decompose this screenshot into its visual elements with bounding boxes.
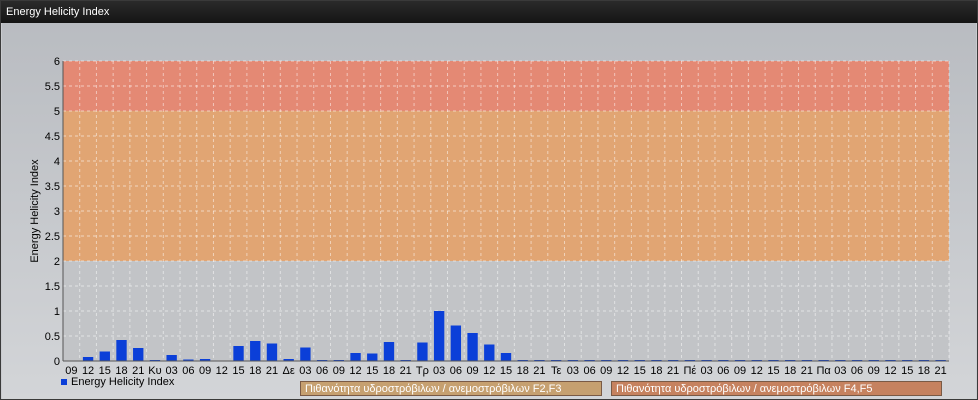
bar xyxy=(99,351,110,361)
band-label-f4f5: Πιθανότητα υδροστρόβιλων / ανεμοστρόβιλω… xyxy=(611,381,942,396)
x-tick-label: 18 xyxy=(784,365,796,377)
x-tick-label: 21 xyxy=(400,365,412,377)
bar xyxy=(467,333,478,361)
y-tick-label: 0.5 xyxy=(45,331,60,343)
bar xyxy=(250,341,261,361)
x-tick-label: 15 xyxy=(901,365,913,377)
x-tick-label: 18 xyxy=(517,365,529,377)
x-tick-label: 09 xyxy=(333,365,345,377)
y-tick-label: 5 xyxy=(54,106,60,118)
legend-series-label: Energy Helicity Index xyxy=(71,376,175,388)
x-tick-label: 15 xyxy=(232,365,244,377)
x-tick-label: 03 xyxy=(567,365,579,377)
x-tick-label: 12 xyxy=(617,365,629,377)
x-tick-label: 15 xyxy=(634,365,646,377)
bar xyxy=(233,346,244,361)
y-tick-label: 1 xyxy=(54,306,60,318)
x-tick-label: Πα xyxy=(816,365,831,377)
bar xyxy=(116,340,127,361)
x-tick-label: 06 xyxy=(717,365,729,377)
y-tick-label: 6 xyxy=(54,56,60,68)
x-tick-label: 06 xyxy=(583,365,595,377)
x-tick-label: 15 xyxy=(767,365,779,377)
bar xyxy=(484,344,495,361)
x-tick-label: 18 xyxy=(383,365,395,377)
x-tick-label: 15 xyxy=(500,365,512,377)
bar xyxy=(82,357,94,361)
y-tick-label: 4 xyxy=(54,156,60,168)
x-tick-label: 06 xyxy=(851,365,863,377)
y-tick-label: 2.5 xyxy=(45,231,60,243)
x-tick-label: 09 xyxy=(466,365,478,377)
y-tick-label: 2 xyxy=(54,256,60,268)
x-tick-label: 06 xyxy=(316,365,328,377)
bar xyxy=(450,325,462,361)
bar xyxy=(300,347,311,361)
bar xyxy=(367,353,378,361)
y-tick-label: 5.5 xyxy=(45,81,60,93)
x-tick-label: 09 xyxy=(734,365,746,377)
x-tick-label: 18 xyxy=(918,365,930,377)
x-tick-label: 12 xyxy=(216,365,228,377)
x-tick-label: 03 xyxy=(299,365,311,377)
y-tick-label: 1.5 xyxy=(45,281,60,293)
x-tick-label: 18 xyxy=(249,365,261,377)
x-tick-label: Δε xyxy=(283,365,295,377)
x-tick-label: Τρ xyxy=(416,365,429,377)
band-label-f2f3: Πιθανότητα υδροστρόβιλων / ανεμοστρόβιλω… xyxy=(300,381,602,396)
bar xyxy=(383,342,395,361)
bar xyxy=(417,342,428,361)
x-tick-label: 06 xyxy=(182,365,194,377)
x-tick-label: Τε xyxy=(551,365,562,377)
x-tick-label: 21 xyxy=(935,365,947,377)
x-tick-label: 21 xyxy=(667,365,679,377)
bar xyxy=(266,343,278,361)
x-tick-label: 03 xyxy=(433,365,445,377)
x-tick-label: 12 xyxy=(349,365,361,377)
chart-svg: 00.511.522.533.544.555.5609 12 15 18 21 Κυ 03 0… xyxy=(29,56,950,377)
x-tick-label: 12 xyxy=(751,365,763,377)
bar xyxy=(133,348,144,361)
bar xyxy=(166,355,177,361)
x-tick-label: 09 xyxy=(868,365,880,377)
legend-swatch-icon xyxy=(61,379,67,385)
y-tick-label: 3.5 xyxy=(45,181,60,193)
bar xyxy=(433,311,445,361)
x-tick-label: 21 xyxy=(533,365,545,377)
legend: Energy Helicity Index xyxy=(61,376,174,388)
y-tick-label: 4.5 xyxy=(45,131,60,143)
y-tick-label: 0 xyxy=(54,356,60,368)
x-tick-label: 09 xyxy=(600,365,612,377)
y-tick-label: 3 xyxy=(54,206,60,218)
x-tick-label: 21 xyxy=(266,365,278,377)
x-tick-label: Πέ xyxy=(683,365,696,377)
x-tick-label: 15 xyxy=(366,365,378,377)
x-tick-label: 12 xyxy=(884,365,896,377)
x-tick-label: 06 xyxy=(450,365,462,377)
chart-panel: Energy Helicity Index 0 0.5 1 1.5 2 2.5 3 3.5 4 4… xyxy=(0,0,978,400)
y-axis-label: Energy Helicity Index xyxy=(29,159,41,263)
x-tick-label: 18 xyxy=(650,365,662,377)
x-tick-label: 09 xyxy=(199,365,211,377)
x-tick-label: 03 xyxy=(700,365,712,377)
x-tick-label: 03 xyxy=(834,365,846,377)
bar xyxy=(350,353,361,361)
x-tick-label: 12 xyxy=(483,365,495,377)
x-tick-label: 21 xyxy=(801,365,813,377)
bar xyxy=(500,353,512,361)
